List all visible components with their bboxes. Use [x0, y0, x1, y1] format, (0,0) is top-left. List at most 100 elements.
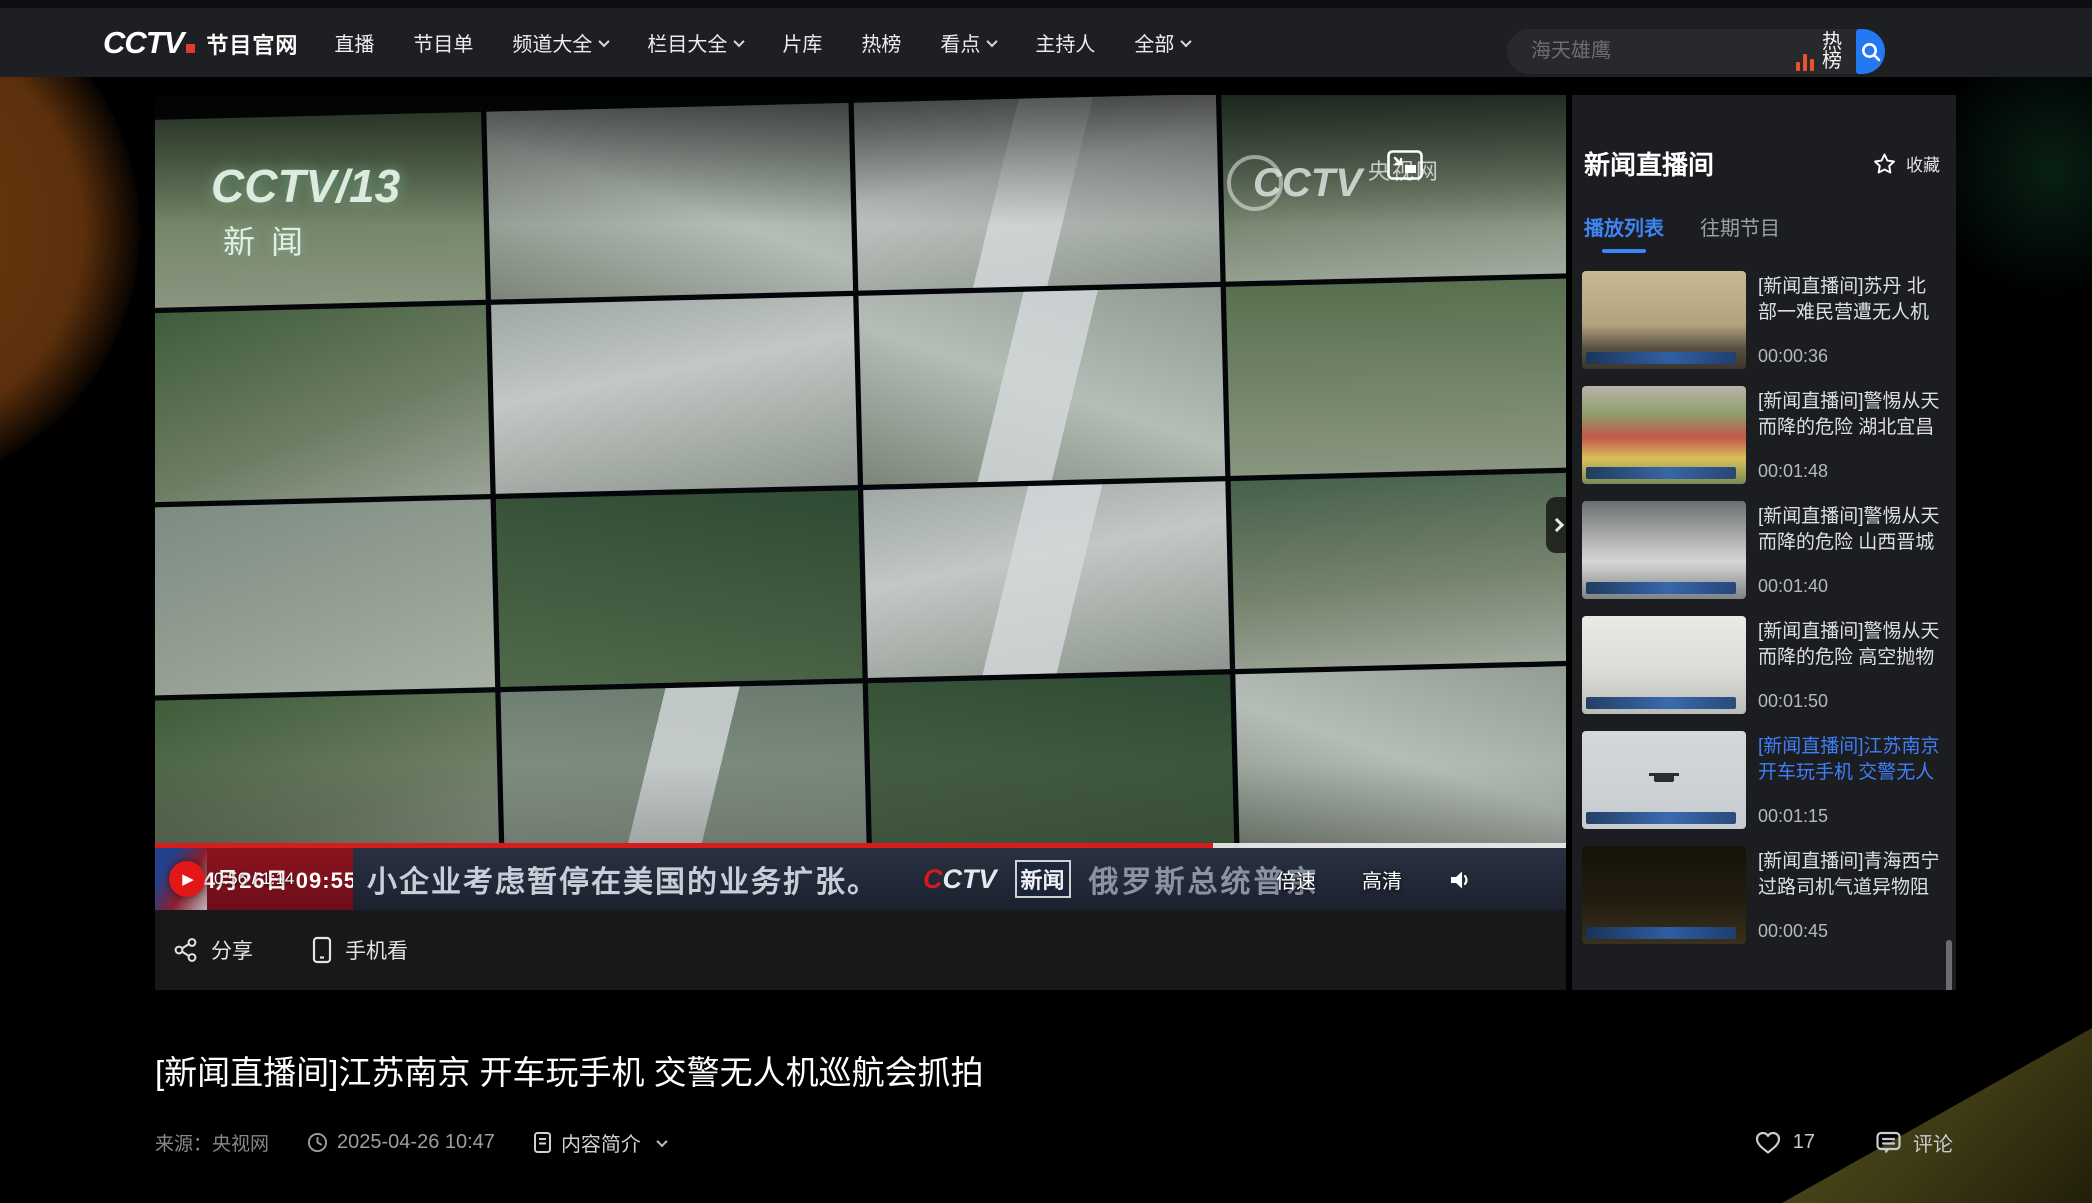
playlist-thumbnail [1582, 846, 1746, 944]
nav-item-主持人[interactable]: 主持人 [1035, 28, 1095, 57]
watch-on-mobile-label: 手机看 [345, 935, 408, 965]
playlist-thumbnail [1582, 501, 1746, 599]
playlist-item-title: [新闻直播间]警惕从天而降的危险 高空抛物 [1758, 619, 1944, 671]
video-source: 来源：央视网 [155, 1129, 269, 1156]
playback-speed-button[interactable]: 倍速 [1276, 865, 1316, 894]
video-action-bar: 分享 手机看 [155, 910, 1566, 990]
playlist-scrollbar[interactable] [1946, 940, 1952, 990]
video-title: [新闻直播间]江苏南京 开车玩手机 交警无人机巡航会抓拍 [155, 1046, 1515, 1094]
player-controls: 倍速 高清 [1276, 865, 1474, 894]
volume-button[interactable] [1448, 868, 1474, 892]
nav-item-直播[interactable]: 直播 [334, 28, 374, 57]
ticker-news-badge: 新闻 [1015, 860, 1071, 898]
nav-item-节目单[interactable]: 节目单 [413, 28, 473, 57]
sidebar-collapse-handle[interactable] [1546, 497, 1566, 553]
like-count: 17 [1793, 1131, 1815, 1154]
cctv-camera-tile [155, 499, 495, 696]
comment-button[interactable]: 评论 [1875, 1128, 1953, 1157]
playlist-item-duration: 00:01:50 [1758, 691, 1944, 712]
tab-往期节目[interactable]: 往期节目 [1700, 212, 1780, 253]
ticker-cctv-logo: CCTV [923, 864, 997, 895]
playlist-item-duration: 00:01:48 [1758, 461, 1944, 482]
playlist-item-title: [新闻直播间]警惕从天而降的危险 山西晋城 [1758, 504, 1944, 556]
nav-item-全部[interactable]: 全部 [1134, 28, 1190, 57]
search-input[interactable] [1507, 29, 1796, 74]
picture-in-picture-icon [1387, 150, 1423, 180]
playlist-thumbnail [1582, 386, 1746, 484]
engagement: 17 评论 [1754, 1128, 1953, 1157]
playlist-thumbnail [1582, 616, 1746, 714]
like-button[interactable]: 17 [1754, 1130, 1815, 1155]
decor-olive-corner [1782, 1028, 2092, 1203]
playlist-item-duration: 00:00:45 [1758, 921, 1944, 942]
playlist-item[interactable]: [新闻直播间]警惕从天而降的危险 湖北宜昌 00:01:48 [1582, 386, 1944, 484]
video-meta: 来源：央视网 2025-04-26 10:47 内容简介 [155, 1128, 666, 1157]
comment-icon [1875, 1130, 1902, 1156]
hot-ranking-link[interactable]: 热榜 [1796, 33, 1842, 71]
play-icon: ▶ [182, 870, 194, 888]
chevron-right-icon [1550, 518, 1564, 532]
playlist-item-duration: 00:00:36 [1758, 346, 1944, 367]
playlist-item[interactable]: [新闻直播间]警惕从天而降的危险 高空抛物 00:01:50 [1582, 616, 1944, 714]
cctv-camera-tile [155, 112, 486, 309]
picture-in-picture-button[interactable] [1387, 150, 1423, 180]
playlist-item[interactable]: [新闻直播间]江苏南京 开车玩手机 交警无人 00:01:15 [1582, 731, 1944, 829]
document-icon [533, 1131, 552, 1154]
logo-site-name: 节目官网 [206, 28, 298, 60]
nav-item-热榜[interactable]: 热榜 [861, 28, 901, 57]
playlist-item-title: [新闻直播间]警惕从天而降的危险 湖北宜昌 [1758, 389, 1944, 441]
nav-item-看点[interactable]: 看点 [940, 28, 996, 57]
hot-ranking-label: 热榜 [1822, 33, 1842, 71]
cctv-camera-tile [486, 103, 853, 300]
summary-toggle[interactable]: 内容简介 [533, 1128, 666, 1157]
heart-icon [1754, 1130, 1782, 1155]
playlist-thumbnail [1582, 271, 1746, 369]
share-label: 分享 [211, 935, 253, 965]
time-display: 0:56 / 1:14 [214, 869, 294, 889]
chevron-down-icon [987, 35, 998, 46]
chevron-down-icon [734, 35, 745, 46]
favorite-button[interactable]: 收藏 [1872, 151, 1940, 176]
playlist-item-title: [新闻直播间]青海西宁 过路司机气道异物阻 [1758, 849, 1944, 901]
chevron-down-icon [599, 35, 610, 46]
star-icon [1872, 152, 1897, 176]
nav-item-片库[interactable]: 片库 [782, 28, 822, 57]
video-player[interactable]: CCTV/13 新闻 CCTV 央视网 4月26日 09:55 小企业考虑暂停在… [155, 95, 1566, 910]
playlist-thumbnail [1582, 731, 1746, 829]
speaker-icon [1448, 868, 1474, 892]
cctv-camera-tile [1226, 278, 1566, 475]
cctv-camera-tile [854, 95, 1221, 291]
nav-item-栏目大全[interactable]: 栏目大全 [647, 28, 743, 57]
sidebar: 新闻直播间 收藏 播放列表往期节目 [新闻直播间]苏丹 北部一难民营遭无人机00… [1572, 95, 1956, 990]
logo-dot [186, 44, 195, 53]
logo-brand: CCTV [103, 25, 183, 61]
cctv-camera-tile [868, 674, 1235, 871]
ticker-subtitle: 小企业考虑暂停在美国的业务扩张。 [367, 857, 879, 901]
sidebar-tabs: 播放列表往期节目 [1572, 182, 1956, 253]
tab-播放列表[interactable]: 播放列表 [1584, 212, 1664, 253]
playlist-item[interactable]: [新闻直播间]苏丹 北部一难民营遭无人机00:00:36 [1582, 271, 1944, 369]
page: CCTV 节目官网 直播 节目单 频道大全 栏目大全 片库 热榜 看点 主持人 全部 热榜 CC… [0, 0, 2092, 1203]
share-icon [173, 937, 199, 963]
share-button[interactable]: 分享 [173, 935, 253, 965]
playlist-item-duration: 00:01:15 [1758, 806, 1944, 827]
nav-item-频道大全[interactable]: 频道大全 [512, 28, 608, 57]
site-logo[interactable]: CCTV 节目官网 [103, 25, 298, 61]
cctv-camera-tile [496, 490, 863, 687]
search-bar: 热榜 [1507, 29, 1885, 74]
cctv-camera-tile [155, 305, 490, 502]
playlist-item[interactable]: [新闻直播间]警惕从天而降的危险 山西晋城 00:01:40 [1582, 501, 1944, 599]
video-monitor-wall [155, 95, 1566, 889]
phone-icon [311, 936, 333, 964]
watch-on-mobile-button[interactable]: 手机看 [311, 935, 408, 965]
playlist-item-duration: 00:01:40 [1758, 576, 1944, 597]
playlist: [新闻直播间]苏丹 北部一难民营遭无人机00:00:36 [新闻直播间]警惕从天而… [1572, 253, 1956, 944]
playlist-item-title: [新闻直播间]江苏南京 开车玩手机 交警无人 [1758, 734, 1944, 786]
playlist-item[interactable]: [新闻直播间]青海西宁 过路司机气道异物阻 00:00:45 [1582, 846, 1944, 944]
play-button[interactable]: ▶ [169, 861, 205, 897]
cctv-camera-tile [858, 287, 1225, 484]
search-icon [1859, 40, 1883, 64]
bar-chart-icon [1796, 54, 1814, 71]
quality-button[interactable]: 高清 [1362, 865, 1402, 894]
comment-label: 评论 [1913, 1128, 1953, 1157]
